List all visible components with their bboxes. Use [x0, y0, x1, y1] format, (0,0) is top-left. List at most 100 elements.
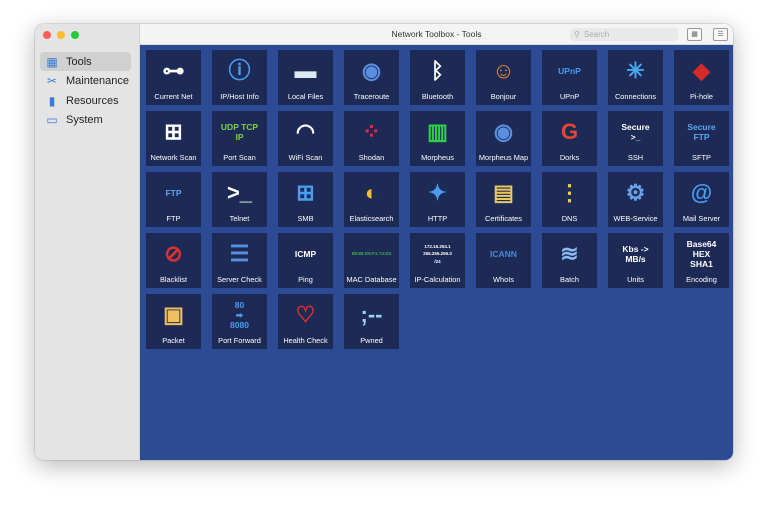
certificate-icon: ▤ [493, 180, 514, 205]
tool-tile-wifi-scan[interactable]: ◠ WiFi Scan [278, 111, 333, 166]
bluetooth-icon: ᛒ [430, 58, 445, 83]
matrix-icon: ▥ [427, 119, 448, 144]
tool-tile-pi-hole[interactable]: ◆ Pi-hole [674, 50, 729, 105]
close-button[interactable] [43, 31, 51, 39]
sidebar-item-maintenance[interactable]: ✂ Maintenance [40, 72, 131, 91]
search-field[interactable]: ⚲ Search [570, 28, 678, 41]
tool-tile-morpheus-map[interactable]: ◉ Morpheus Map [476, 111, 531, 166]
zoom-button[interactable] [71, 31, 79, 39]
grid-view-button[interactable]: ▦ [687, 28, 702, 41]
tool-tile-ip-host-info[interactable]: ⓘ IP/Host Info [212, 50, 267, 105]
tool-tile-certificates[interactable]: ▤ Certificates [476, 172, 531, 227]
web-service-icon: ⚙ [625, 180, 646, 205]
window-controls [43, 31, 79, 39]
tool-tile-ftp[interactable]: FTP FTP [146, 172, 201, 227]
tool-tile-blacklist[interactable]: ⊘ Blacklist [146, 233, 201, 288]
tool-tile-server-check[interactable]: ☰ Server Check [212, 233, 267, 288]
tool-tile-current-net[interactable]: ⊶ Current Net [146, 50, 201, 105]
tool-label: Port Forward [218, 336, 261, 345]
tool-tile-health-check[interactable]: ♡ Health Check [278, 294, 333, 349]
tools-icon: ✂ [46, 74, 58, 89]
tool-tile-mac-database[interactable]: 88:88:D5:F1:74:D3 MAC Database [344, 233, 399, 288]
tool-label: Ping [298, 275, 313, 284]
windows-icon: ⊞ [296, 180, 315, 205]
tool-label: FTP [166, 214, 181, 223]
sidebar-item-label: System [66, 114, 103, 127]
tool-tile-ping[interactable]: ICMP Ping [278, 233, 333, 288]
books-icon: ▮ [48, 93, 56, 108]
encoding-icon: Base64 HEX SHA1 [686, 238, 717, 270]
tool-label: IP/Host Info [220, 92, 259, 101]
tool-tile-http[interactable]: ✦ HTTP [410, 172, 465, 227]
list-view-button[interactable]: ☰ [713, 28, 728, 41]
tool-label: Server Check [217, 275, 262, 284]
tool-tile-encoding[interactable]: Base64 HEX SHA1 Encoding [674, 233, 729, 288]
tool-tile-bluetooth[interactable]: ᛒ Bluetooth [410, 50, 465, 105]
tool-tile-port-scan[interactable]: UDP TCP IP Port Scan [212, 111, 267, 166]
tool-label: MAC Database [346, 275, 397, 284]
blocked-mail-icon: ⊘ [164, 241, 183, 266]
sidebar-item-label: Tools [66, 55, 92, 68]
tool-tile-ip-calculation[interactable]: 172.16.254.1 255.255.255.0 /24 IP-Calcula… [410, 233, 465, 288]
dns-icon: ⋮ [558, 180, 581, 205]
tool-tile-dorks[interactable]: G Dorks [542, 111, 597, 166]
tool-label: Packet [162, 336, 185, 345]
tool-tile-elasticsearch[interactable]: ◐ Elasticsearch [344, 172, 399, 227]
tool-label: Mail Server [682, 214, 721, 223]
terminal-icon: >_ [226, 180, 253, 205]
sidebar-item-label: Resources [66, 94, 119, 107]
tool-label: Encoding [686, 275, 717, 284]
monitor-icon: ▭ [46, 113, 58, 128]
tool-label: Network Scan [150, 153, 197, 162]
tool-label: WiFi Scan [288, 153, 323, 162]
tool-tile-sftp[interactable]: Secure FTP SFTP [674, 111, 729, 166]
tool-label: Dorks [559, 153, 580, 162]
tool-tile-dns[interactable]: ⋮ DNS [542, 172, 597, 227]
network-card-icon: 88:88:D5:F1:74:D3 [351, 251, 392, 257]
tool-tile-local-files[interactable]: ▬ Local Files [278, 50, 333, 105]
tool-tile-pwned[interactable]: ;-- Pwned [344, 294, 399, 349]
sidebar-item-resources[interactable]: ▮ Resources [40, 91, 131, 110]
tool-tile-telnet[interactable]: >_ Telnet [212, 172, 267, 227]
tool-tile-port-forward[interactable]: 80 ➡ 8080 Port Forward [212, 294, 267, 349]
network-tree-icon: ⊶ [162, 58, 185, 83]
list-icon: ☰ [717, 31, 724, 38]
tool-tile-units[interactable]: Kbs -> MB/s Units [608, 233, 663, 288]
tool-tile-smb[interactable]: ⊞ SMB [278, 172, 333, 227]
tool-tile-traceroute[interactable]: ◉ Traceroute [344, 50, 399, 105]
tool-tile-shodan[interactable]: ⁘ Shodan [344, 111, 399, 166]
tool-tile-packet[interactable]: ▣ Packet [146, 294, 201, 349]
minimize-button[interactable] [57, 31, 65, 39]
sidebar-item-tools[interactable]: ▦ Tools [40, 52, 131, 71]
ports-icon: UDP TCP IP [220, 121, 259, 142]
layers-icon: ≋ [560, 241, 579, 266]
tool-label: Batch [560, 275, 579, 284]
tool-label: Current Net [154, 92, 193, 101]
tool-tile-ssh[interactable]: Secure >_ SSH [608, 111, 663, 166]
tool-tile-morpheus[interactable]: ▥ Morpheus [410, 111, 465, 166]
sidebar: ▦ Tools ✂ Maintenance ▮ Resources ▭ System [35, 24, 140, 460]
tool-label: SFTP [692, 153, 711, 162]
tools-grid: ⊶ Current Net ⓘ IP/Host Info ▬ Local Files ◉ Tr… [140, 45, 733, 460]
tool-tile-upnp[interactable]: UPnP UPnP [542, 50, 597, 105]
tool-label: Morpheus Map [478, 153, 529, 162]
search-icon: ⚲ [574, 30, 580, 39]
grid-icon: ▦ [46, 54, 58, 69]
tool-label: UPnP [559, 92, 580, 101]
server-rack-icon: ☰ [229, 241, 250, 266]
tool-tile-batch[interactable]: ≋ Batch [542, 233, 597, 288]
elasticsearch-icon: ◐ [364, 180, 379, 205]
tool-tile-web-service[interactable]: ⚙ WEB-Service [608, 172, 663, 227]
tool-label: Local Files [287, 92, 324, 101]
terminal-icon: Secure >_ [621, 121, 650, 142]
tool-tile-bonjour[interactable]: ☺ Bonjour [476, 50, 531, 105]
sidebar-item-system[interactable]: ▭ System [40, 111, 131, 130]
tool-tile-whois[interactable]: ICANN WhoIs [476, 233, 531, 288]
tool-tile-mail-server[interactable]: @ Mail Server [674, 172, 729, 227]
tool-label: SMB [297, 214, 314, 223]
tool-tile-network-scan[interactable]: ⊞ Network Scan [146, 111, 201, 166]
tool-tile-connections[interactable]: ✳ Connections [608, 50, 663, 105]
tool-label: HTTP [427, 214, 448, 223]
tool-label: Shodan [358, 153, 385, 162]
upnp-icon: UPnP [558, 65, 581, 76]
